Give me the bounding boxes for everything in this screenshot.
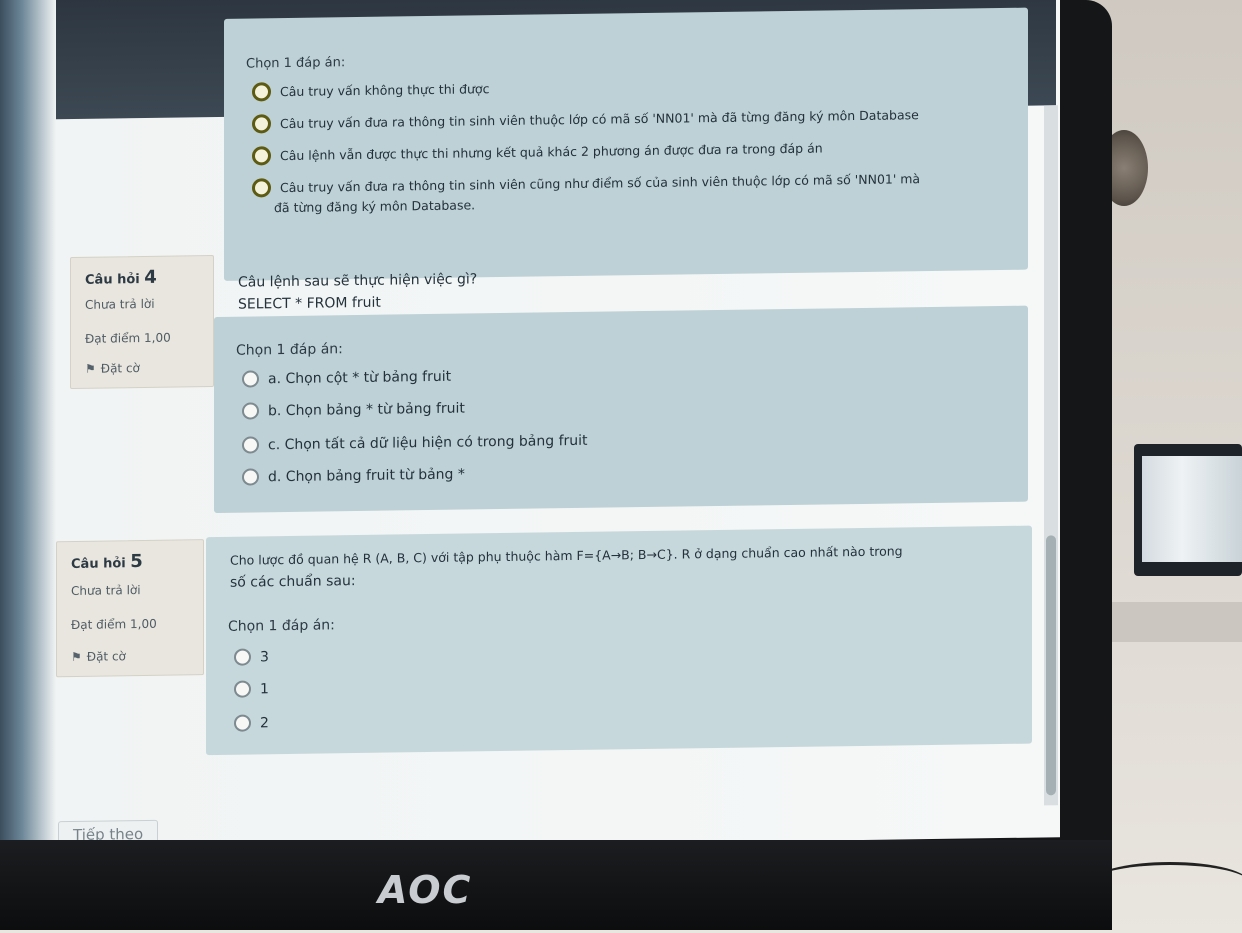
radio-icon[interactable] — [252, 82, 271, 102]
question5-points: Đạt điểm 1,00 — [71, 616, 157, 633]
radio-icon[interactable] — [234, 714, 251, 732]
question5-prompt: Chọn 1 đáp án: — [228, 617, 335, 635]
cable — [1090, 862, 1242, 905]
radio-icon[interactable] — [242, 468, 259, 486]
question4-status: Chưa trả lời — [85, 296, 155, 312]
question5-option-1[interactable]: 3 — [234, 648, 269, 666]
monitor: Chọn 1 đáp án: Câu truy vấn không thực t… — [0, 0, 1112, 930]
question5-number: Câu hỏi 5 — [71, 551, 143, 573]
question5-option-2[interactable]: 1 — [234, 680, 269, 698]
question5-flag[interactable]: ⚑ Đặt cờ — [71, 649, 126, 664]
radio-icon[interactable] — [252, 114, 271, 134]
question5-option-3[interactable]: 2 — [234, 714, 269, 732]
background-monitor — [1134, 444, 1242, 576]
desk-shelf — [1112, 602, 1242, 642]
flag-icon: ⚑ — [85, 361, 96, 376]
question4-option-b[interactable]: b. Chọn bảng * từ bảng fruit — [242, 400, 465, 420]
question4-number: Câu hỏi 4 — [85, 266, 157, 288]
radio-icon[interactable] — [234, 680, 251, 698]
question3-option-1[interactable]: Câu truy vấn không thực thi được — [252, 79, 489, 102]
question4-option-a[interactable]: a. Chọn cột * từ bảng fruit — [242, 368, 451, 388]
flag-icon: ⚑ — [71, 649, 82, 665]
question4-info: Câu hỏi 4 Chưa trả lời Đạt điểm 1,00 ⚑ Đặ… — [70, 255, 214, 390]
radio-icon[interactable] — [242, 436, 259, 454]
question4-code: SELECT * FROM fruit — [238, 294, 381, 313]
scrollbar-thumb[interactable] — [1046, 535, 1056, 796]
radio-icon[interactable] — [242, 402, 259, 420]
question5-text-continued: số các chuẩn sau: — [230, 573, 356, 591]
question5-info: Câu hỏi 5 Chưa trả lời Đạt điểm 1,00 ⚑ Đặ… — [56, 539, 204, 678]
question4-flag[interactable]: ⚑ Đặt cờ — [85, 361, 140, 376]
question4-text: Câu lệnh sau sẽ thực hiện việc gì? — [238, 271, 478, 291]
question4-points: Đạt điểm 1,00 — [85, 330, 171, 346]
radio-icon[interactable] — [252, 146, 271, 166]
question3-option-4-continued: đã từng đăng ký môn Database. — [274, 197, 476, 216]
question4-option-d[interactable]: d. Chọn bảng fruit từ bảng * — [242, 466, 465, 486]
monitor-brand-logo: AOC — [378, 868, 473, 912]
question5-status: Chưa trả lời — [71, 583, 141, 599]
question4-prompt: Chọn 1 đáp án: — [236, 341, 343, 359]
radio-icon[interactable] — [234, 648, 251, 666]
question3-prompt: Chọn 1 đáp án: — [246, 55, 346, 72]
scrollbar[interactable] — [1044, 105, 1058, 806]
radio-icon[interactable] — [252, 178, 271, 198]
monitor-bezel — [0, 840, 1112, 930]
radio-icon[interactable] — [242, 370, 259, 388]
screen: Chọn 1 đáp án: Câu truy vấn không thực t… — [0, 0, 1060, 852]
